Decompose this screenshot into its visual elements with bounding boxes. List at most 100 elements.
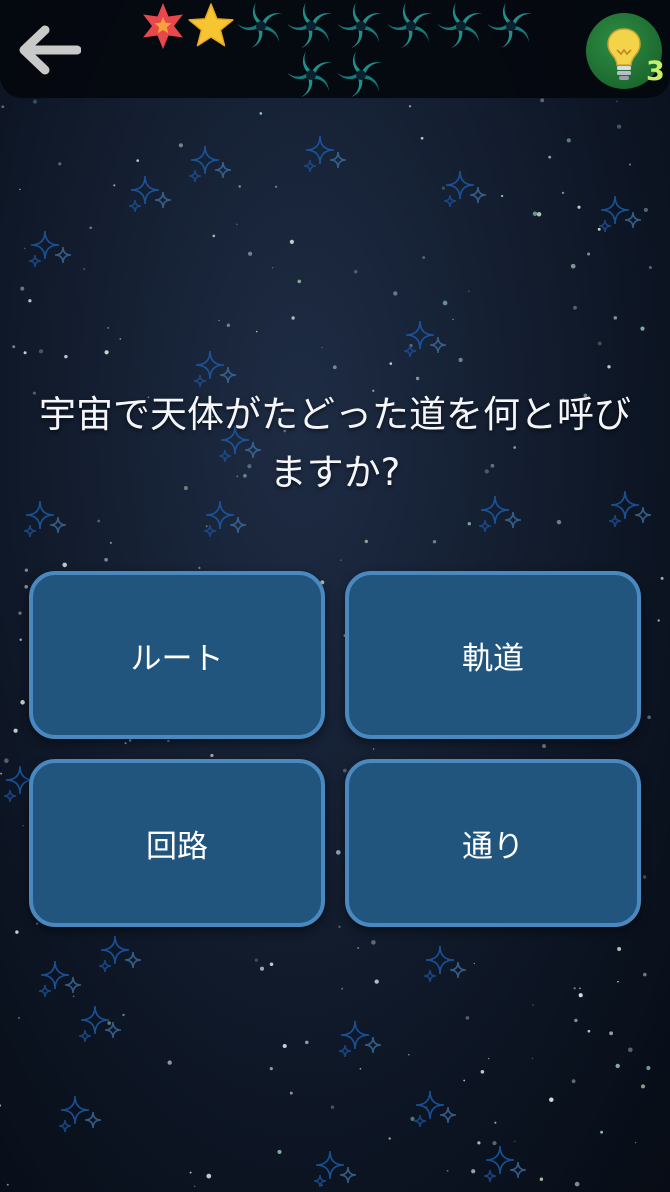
star-dot (468, 290, 470, 293)
question-line-1: 宇宙で天体がたどった道を何と呼び (39, 393, 631, 436)
star-dot (571, 1079, 576, 1084)
sparkle-star (478, 519, 492, 533)
sparkle-star (214, 161, 232, 179)
star-dot (35, 922, 39, 925)
sparkle-star (84, 1111, 102, 1129)
star-dot (477, 1141, 481, 1145)
sparkle-star (423, 969, 437, 983)
star-dot (167, 1060, 172, 1065)
star-dot (24, 247, 26, 250)
star-dot (289, 1091, 293, 1095)
star-dot (570, 263, 576, 269)
star-dot (573, 305, 577, 310)
star-dot (238, 185, 241, 188)
star-dot (226, 323, 231, 328)
star-dot (574, 1018, 578, 1023)
sparkle-star (340, 1020, 370, 1050)
star-dot (289, 239, 294, 244)
star-dot (480, 1070, 485, 1074)
star-dot (364, 539, 368, 544)
star-dot (282, 1043, 287, 1049)
spiral-galaxy-icon (336, 2, 382, 49)
sparkle-star (80, 1005, 110, 1035)
star-dot (587, 1029, 591, 1033)
arrow-left-icon (19, 25, 81, 75)
sparkle-star (28, 254, 42, 268)
star-dot (255, 330, 258, 333)
sparkle-star (485, 1145, 515, 1175)
star-dot (15, 930, 19, 934)
answer-button-4[interactable]: 通り (345, 759, 641, 927)
star-dot (4, 758, 9, 763)
sparkle-star (313, 1174, 327, 1188)
star-dot (548, 155, 552, 159)
star-dot (218, 319, 220, 322)
star-dot (471, 1169, 476, 1174)
star-dot (119, 338, 122, 340)
sparkle-star (364, 1036, 382, 1054)
star-dot (573, 987, 576, 990)
sparkle-star (54, 246, 72, 264)
sparkle-star (339, 1166, 357, 1184)
answer-button-3[interactable]: 回路 (29, 759, 325, 927)
star-dot (393, 291, 398, 296)
answer-button-1[interactable]: ルート (29, 571, 325, 739)
star-dot (97, 519, 101, 523)
star-dot (247, 251, 253, 256)
star-dot (269, 1066, 273, 1071)
star-dot (107, 327, 110, 329)
star-dot (640, 326, 645, 331)
star-dot (647, 715, 651, 720)
hint-count: 3 (646, 56, 665, 87)
star-dot (58, 162, 62, 166)
sparkle-star (315, 1150, 345, 1180)
sparkle-star (509, 1161, 527, 1179)
sparkle-star (608, 514, 622, 528)
star-dot (643, 972, 647, 977)
star-dot (104, 350, 109, 355)
star-dot (492, 1141, 497, 1146)
star-dot (24, 568, 29, 572)
star-dot (291, 316, 295, 320)
star-dot (189, 1171, 192, 1174)
star-dot (657, 619, 660, 622)
sparkle-star (49, 516, 67, 534)
star-dot (297, 279, 302, 284)
star-dot (574, 1181, 580, 1187)
sparkle-star (469, 186, 487, 204)
star-dot (577, 205, 581, 209)
spiral-galaxy-icon (286, 2, 332, 49)
star-dot (167, 739, 170, 743)
sparkle-star (60, 1095, 90, 1125)
star-dot (32, 99, 38, 104)
star-dot (321, 1184, 323, 1186)
back-button[interactable] (10, 18, 86, 82)
star-dot (109, 541, 113, 545)
star-dot (615, 1063, 620, 1069)
star-dot (561, 191, 565, 195)
star-dot (24, 584, 29, 589)
star-dot (587, 252, 591, 256)
star-dot (19, 638, 22, 642)
star-dot (62, 562, 67, 568)
sparkle-star (415, 1090, 445, 1120)
sparkle-star (128, 199, 142, 213)
star-dot (473, 962, 475, 965)
star-dot (660, 576, 664, 580)
sparkle-star (78, 1029, 92, 1043)
star-dot (128, 739, 132, 742)
star-dot (271, 266, 274, 269)
red-star-icon (143, 3, 183, 49)
star-dot (597, 341, 602, 346)
star-dot (514, 1140, 516, 1143)
star-dot (463, 1079, 466, 1082)
sparkle-star (449, 961, 467, 979)
star-dot (64, 354, 68, 359)
star-dot (600, 1130, 604, 1134)
sparkle-star (305, 135, 335, 165)
answer-button-2[interactable]: 軌道 (345, 571, 641, 739)
star-dot (178, 143, 183, 148)
star-dot (357, 947, 360, 949)
star-dot (339, 559, 342, 562)
star-dot (441, 186, 446, 190)
